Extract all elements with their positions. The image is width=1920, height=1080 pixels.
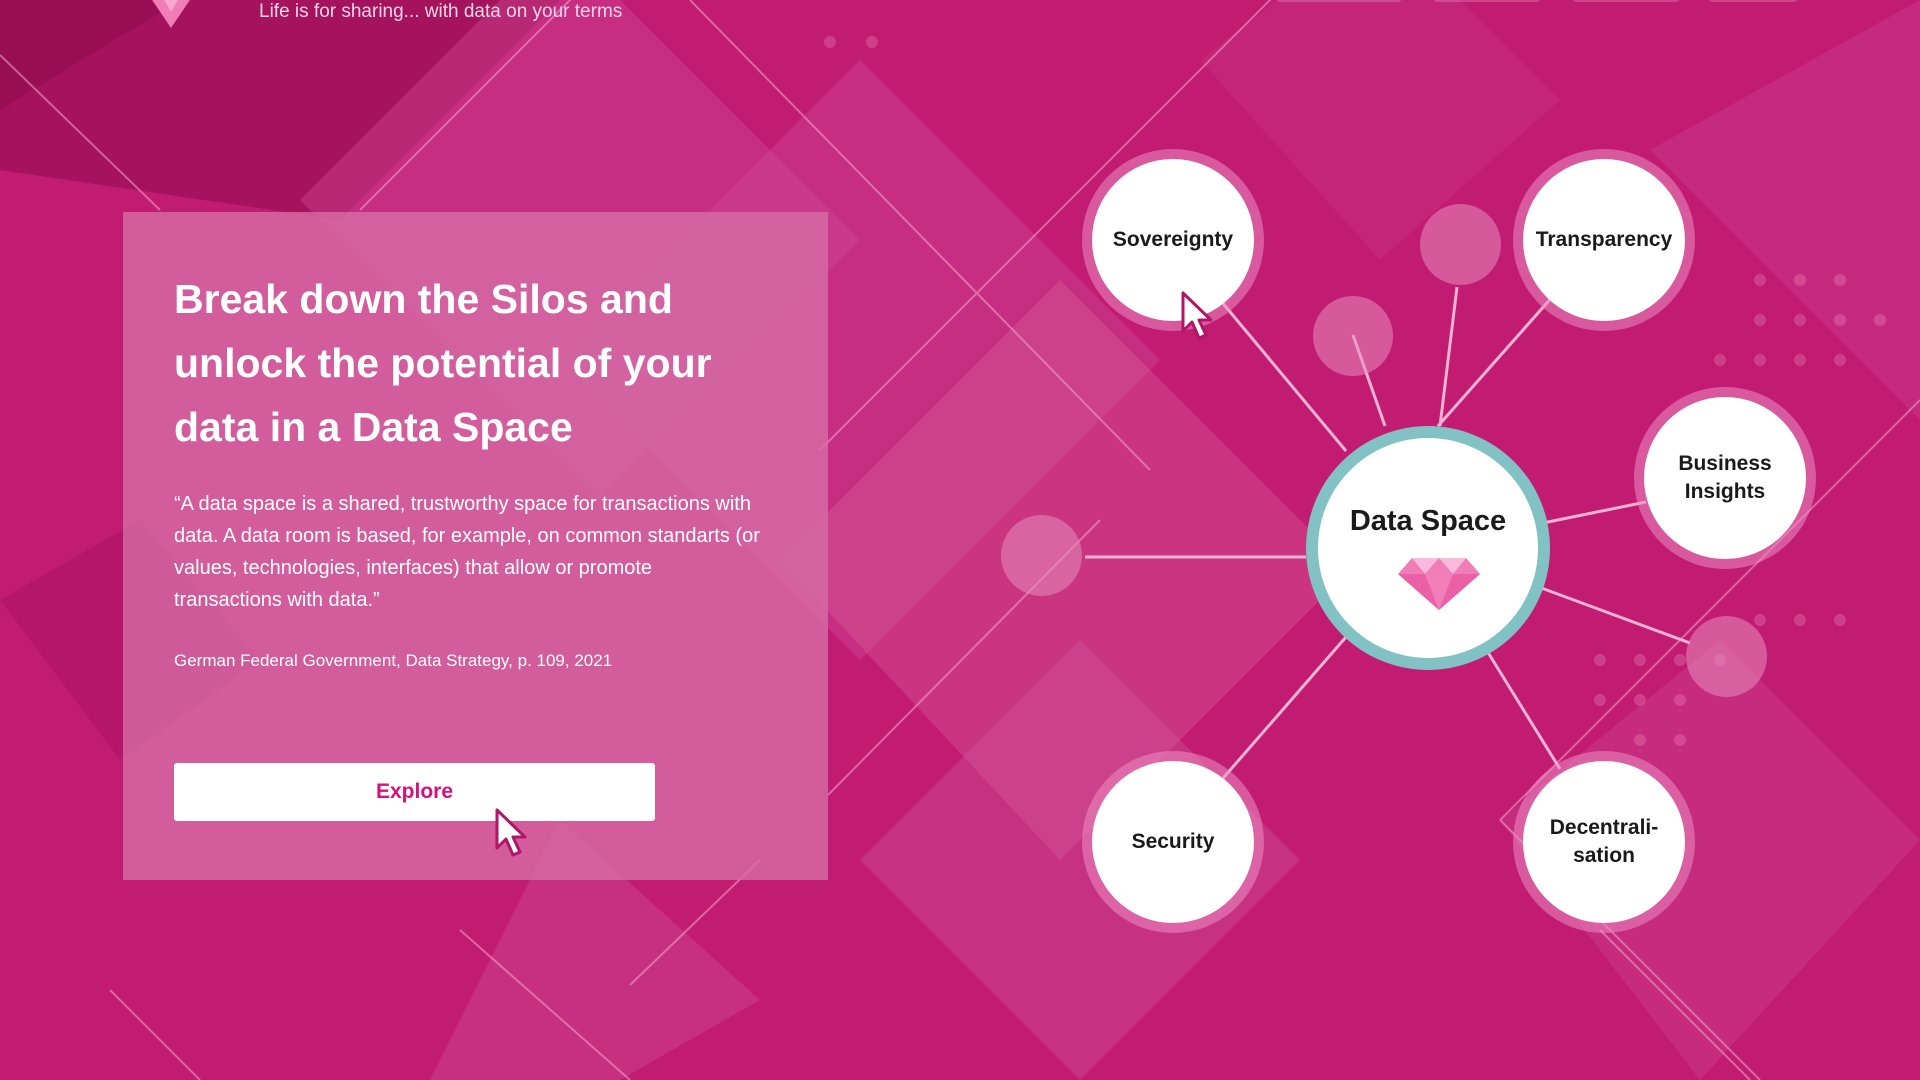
quote-source: German Federal Government, Data Strategy…: [174, 651, 613, 670]
nav-item[interactable]: [1571, 0, 1681, 2]
diamond-gem-icon[interactable]: [140, 0, 202, 28]
site-tagline: Life is for sharing... with data on your…: [259, 1, 623, 22]
node-label: Decentrali- sation: [1549, 816, 1659, 867]
nav-item[interactable]: [1432, 0, 1542, 2]
hub-label: Data Space: [1349, 505, 1507, 537]
nav-item[interactable]: [1275, 0, 1403, 2]
node-decentralisation[interactable]: Decentrali- sation: [1523, 761, 1685, 923]
node-sovereignty[interactable]: Sovereignty: [1092, 159, 1254, 321]
node-label: Transparency: [1535, 228, 1673, 251]
node-business-insights[interactable]: Business Insights: [1644, 397, 1806, 559]
data-space-hub[interactable]: Data Space: [1306, 426, 1550, 670]
hero-title: Break down the Silos and unlock the pote…: [174, 276, 712, 450]
diamond-gem-icon: [1398, 558, 1480, 610]
node-security[interactable]: Security: [1092, 761, 1254, 923]
explore-button[interactable]: Explore: [174, 763, 655, 821]
node-transparency[interactable]: Transparency: [1523, 159, 1685, 321]
hero-quote: “A data space is a shared, trustworthy s…: [174, 493, 760, 611]
node-label: Security: [1131, 830, 1215, 853]
node-label: Business Insights: [1678, 452, 1772, 503]
nav-item[interactable]: [1707, 0, 1799, 2]
node-label: Sovereignty: [1112, 228, 1234, 251]
hero-card: Break down the Silos and unlock the pote…: [123, 212, 828, 880]
